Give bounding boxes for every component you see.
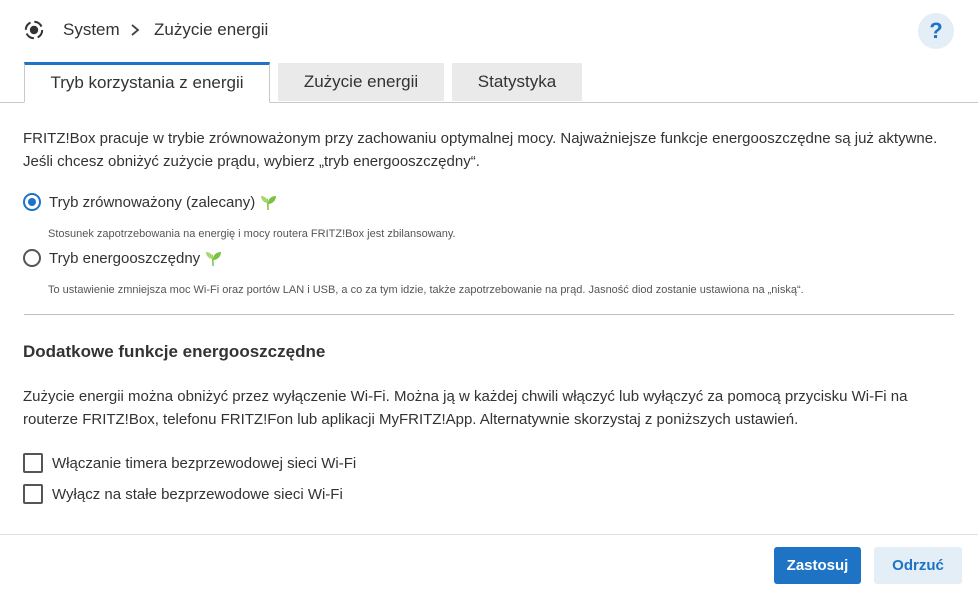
help-button[interactable]: ? <box>918 13 954 49</box>
mode-eco-description: To ustawienie zmniejsza moc Wi-Fi oraz p… <box>48 284 804 296</box>
mode-balanced-label: Tryb zrównoważony (zalecany) <box>49 193 256 211</box>
mode-balanced-option[interactable]: Tryb zrównoważony (zalecany) <box>23 191 277 213</box>
breadcrumb-system[interactable]: System <box>63 19 120 41</box>
discard-button[interactable]: Odrzuć <box>874 547 962 584</box>
breadcrumb-current: Zużycie energii <box>154 20 269 39</box>
leaf-icon <box>261 196 277 211</box>
mode-balanced-description: Stosunek zapotrzebowania na energię i mo… <box>48 228 456 240</box>
wifi-off-label: Wyłącz na stałe bezprzewodowe sieci Wi-F… <box>52 485 343 503</box>
mode-eco-option[interactable]: Tryb energooszczędny <box>23 247 222 269</box>
apply-button[interactable]: Zastosuj <box>774 547 861 584</box>
footer-divider <box>0 534 978 535</box>
mode-balanced-radio[interactable] <box>23 193 41 211</box>
chevron-right-icon <box>131 24 140 36</box>
wifi-timer-option[interactable]: Włączanie timera bezprzewodowej sieci Wi… <box>23 453 356 473</box>
wifi-off-option[interactable]: Wyłącz na stałe bezprzewodowe sieci Wi-F… <box>23 484 343 504</box>
header-bar: System Zużycie energii ? <box>0 0 978 62</box>
wifi-timer-checkbox[interactable] <box>23 453 43 473</box>
intro-text: FRITZ!Box pracuje w trybie zrównoważonym… <box>23 130 938 170</box>
mode-eco-label: Tryb energooszczędny <box>49 249 201 267</box>
tab-energy-mode[interactable]: Tryb korzystania z energii <box>24 62 270 103</box>
section-title: Dodatkowe funkcje energooszczędne <box>23 342 326 361</box>
wifi-off-checkbox[interactable] <box>23 484 43 504</box>
extra-text: Zużycie energii można obniżyć przez wyłą… <box>23 388 908 428</box>
system-icon <box>24 20 44 40</box>
leaf-icon <box>206 252 222 267</box>
mode-eco-radio[interactable] <box>23 249 41 267</box>
tab-energy-consumption[interactable]: Zużycie energii <box>278 63 444 101</box>
wifi-timer-label: Włączanie timera bezprzewodowej sieci Wi… <box>52 454 357 472</box>
tab-bar: Tryb korzystania z energii Zużycie energ… <box>0 62 978 103</box>
tab-statistics[interactable]: Statystyka <box>452 63 582 101</box>
section-divider <box>24 314 954 315</box>
